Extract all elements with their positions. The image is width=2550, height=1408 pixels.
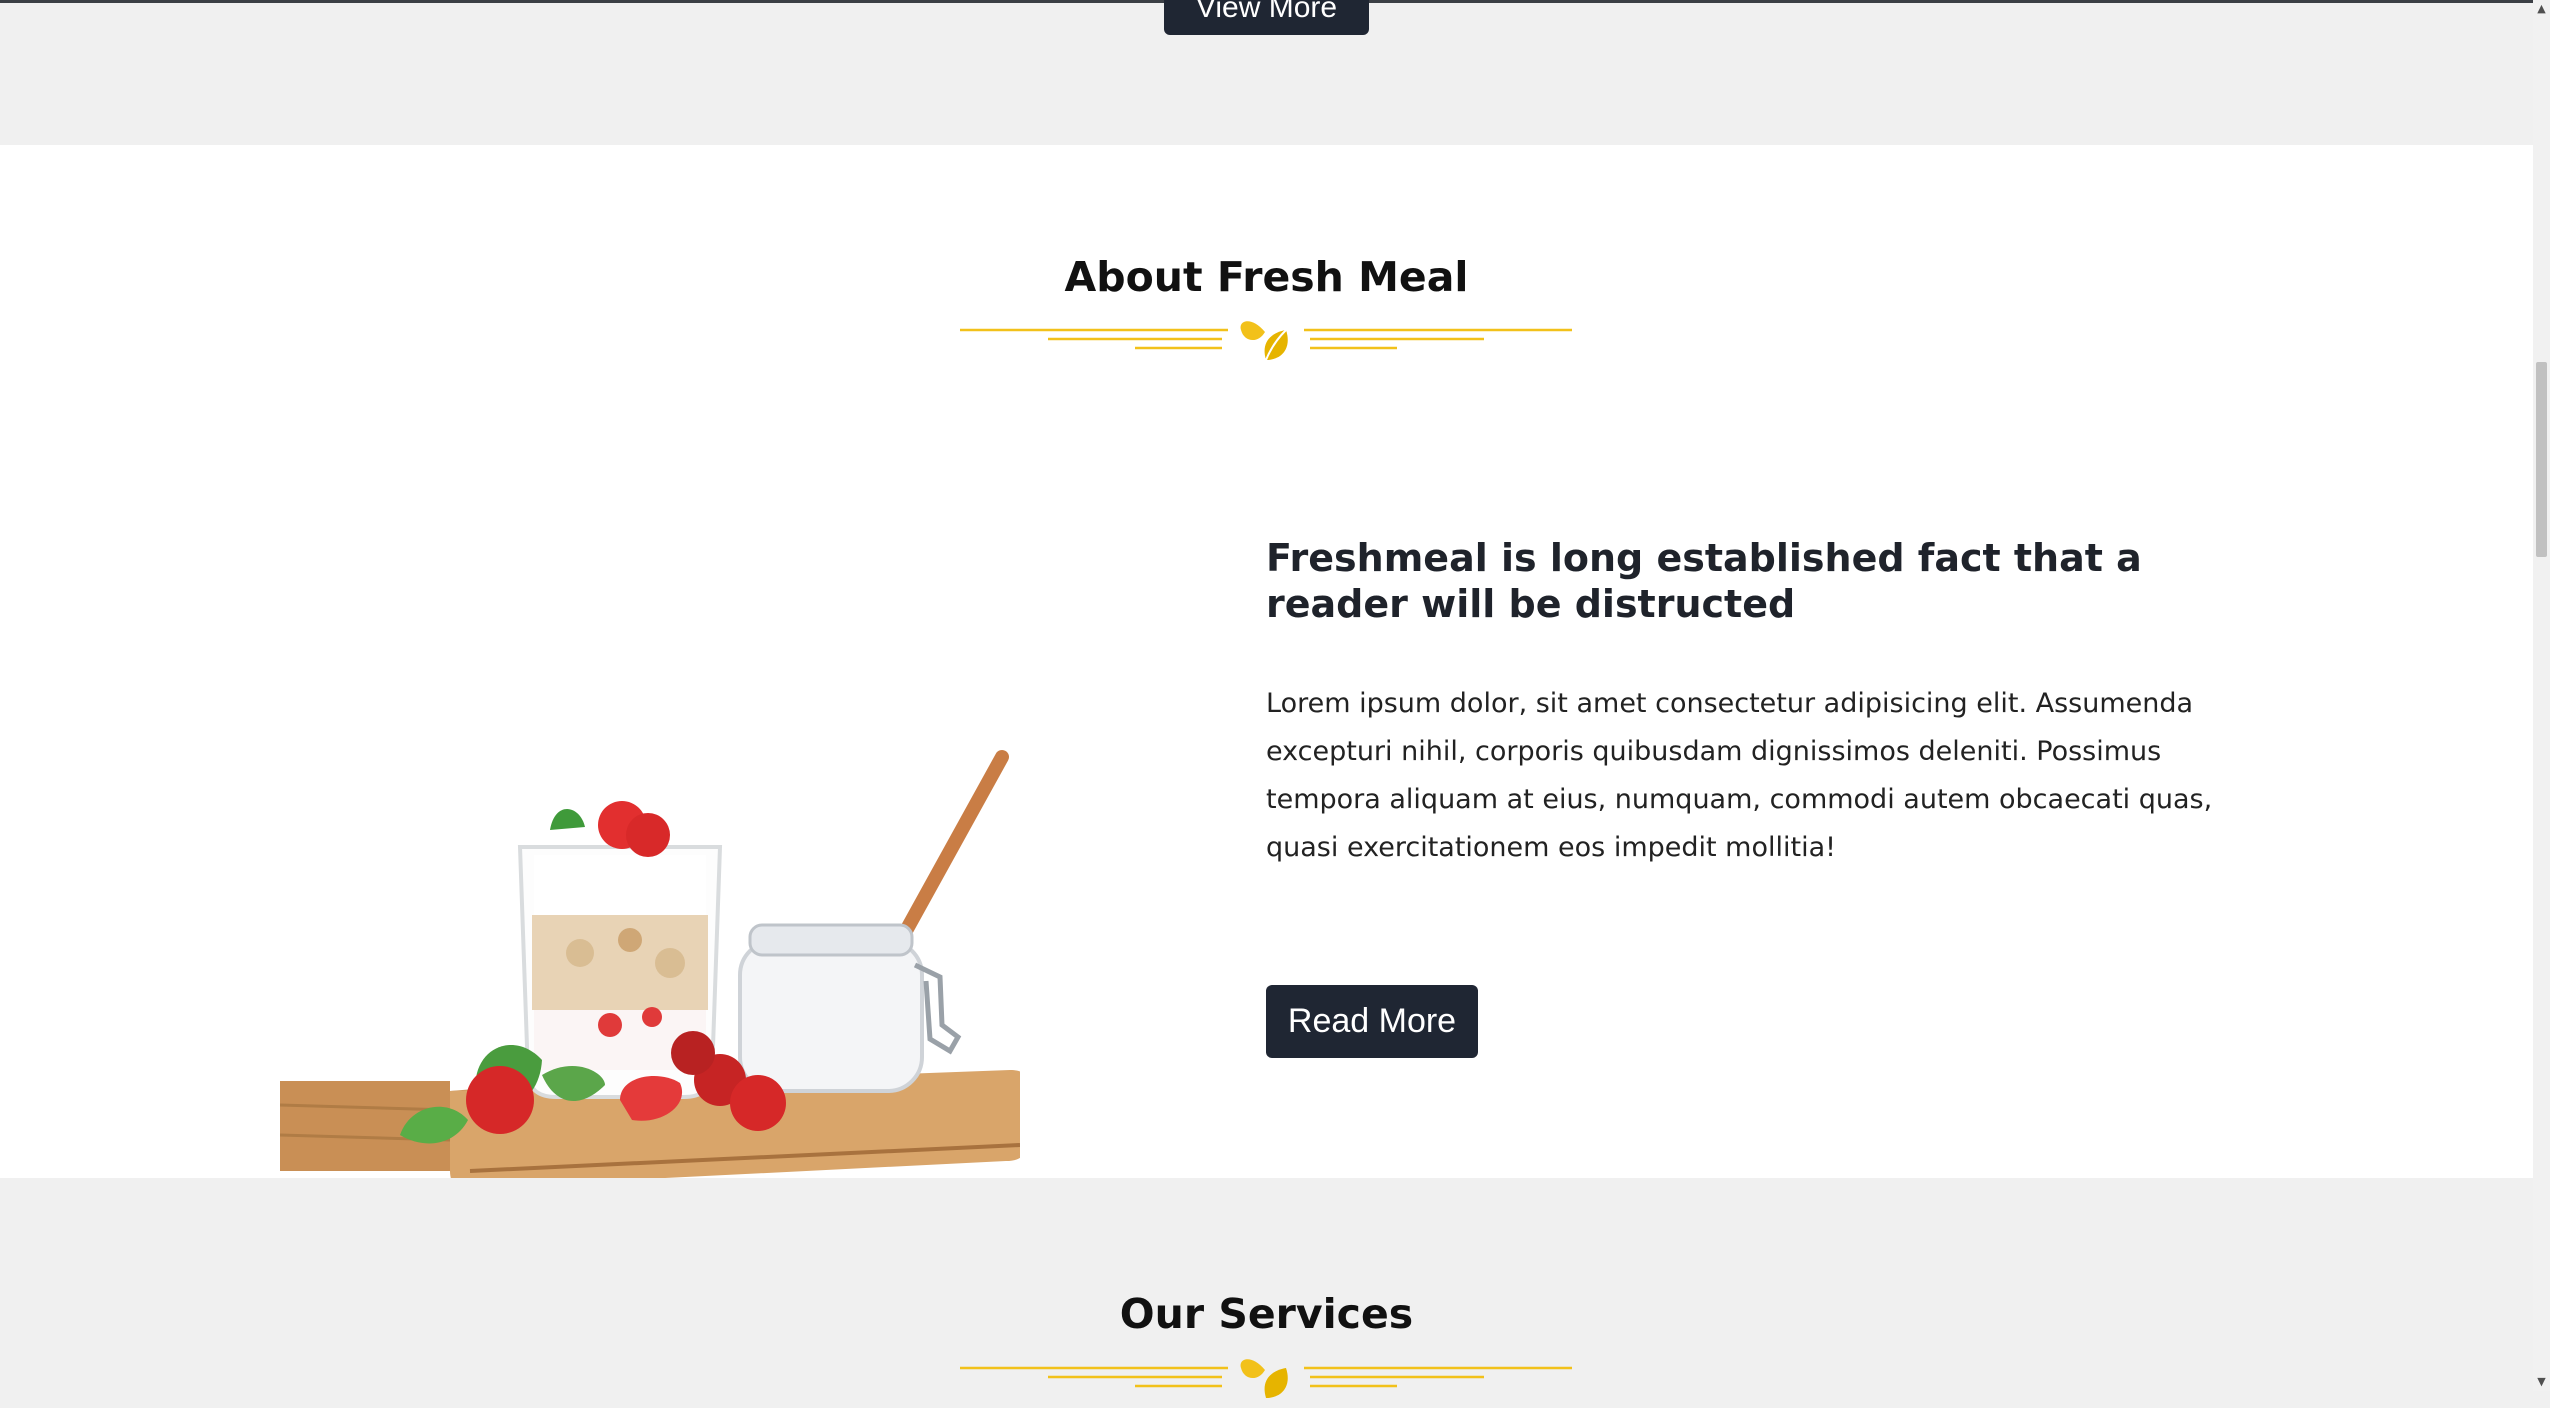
services-title: Our Services bbox=[1119, 1290, 1414, 1338]
vertical-scrollbar[interactable]: ▲ ▼ bbox=[2533, 0, 2550, 1391]
read-more-button[interactable]: Read More bbox=[1266, 985, 1478, 1058]
about-heading: Freshmeal is long established fact that … bbox=[1266, 536, 2142, 626]
about-section: About Fresh Meal Freshmeal is long estab… bbox=[0, 145, 2533, 1185]
leaf-icon bbox=[1228, 318, 1304, 362]
services-section: Our Services bbox=[0, 1178, 2533, 1400]
parfait-image bbox=[280, 750, 1020, 1185]
arrow-down-icon[interactable]: ▼ bbox=[2533, 1375, 2550, 1389]
services-title-divider bbox=[960, 1356, 1572, 1400]
arrow-up-icon[interactable]: ▲ bbox=[2533, 2, 2550, 16]
about-title: About Fresh Meal bbox=[1064, 253, 1469, 301]
leaf-icon bbox=[1228, 1356, 1304, 1400]
about-body: Lorem ipsum dolor, sit amet consectetur … bbox=[1266, 688, 2213, 863]
previous-section: View More bbox=[0, 0, 2533, 145]
view-more-button[interactable]: View More bbox=[1164, 0, 1369, 35]
scrollbar-thumb[interactable] bbox=[2536, 362, 2547, 557]
about-title-divider bbox=[960, 318, 1572, 362]
